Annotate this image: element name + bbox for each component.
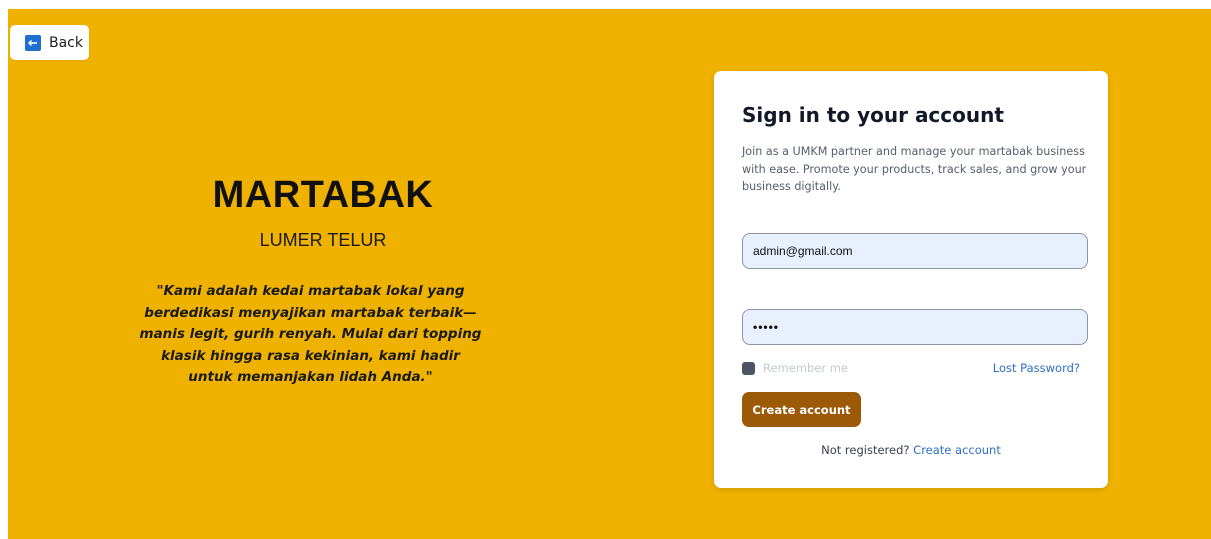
login-title: Sign in to your account — [742, 103, 1004, 127]
remember-me-label: Remember me — [763, 361, 849, 375]
email-field[interactable] — [742, 233, 1088, 269]
register-row: Not registered? Create account — [714, 443, 1108, 457]
back-button[interactable]: Back — [10, 25, 89, 60]
create-account-link[interactable]: Create account — [913, 443, 1001, 457]
create-account-button[interactable]: Create account — [742, 392, 861, 427]
password-field[interactable] — [742, 309, 1088, 345]
login-description: Join as a UMKM partner and manage your m… — [742, 145, 1087, 193]
page-background: Back MARTABAK LUMER TELUR "Kami adalah k… — [8, 9, 1211, 539]
brand-quote: "Kami adalah kedai martabak lokal yang b… — [139, 283, 482, 385]
arrow-left-icon — [25, 34, 41, 51]
login-card: Sign in to your account Join as a UMKM p… — [714, 71, 1108, 488]
lost-password-link[interactable]: Lost Password? — [993, 361, 1080, 375]
remember-me-checkbox[interactable] — [742, 361, 755, 375]
remember-me-row: Remember me — [742, 361, 848, 375]
brand-subtitle: LUMER TELUR — [259, 230, 387, 250]
back-label: Back — [49, 34, 83, 51]
register-prompt: Not registered? — [821, 443, 910, 457]
brand-title: MARTABAK — [212, 174, 434, 216]
